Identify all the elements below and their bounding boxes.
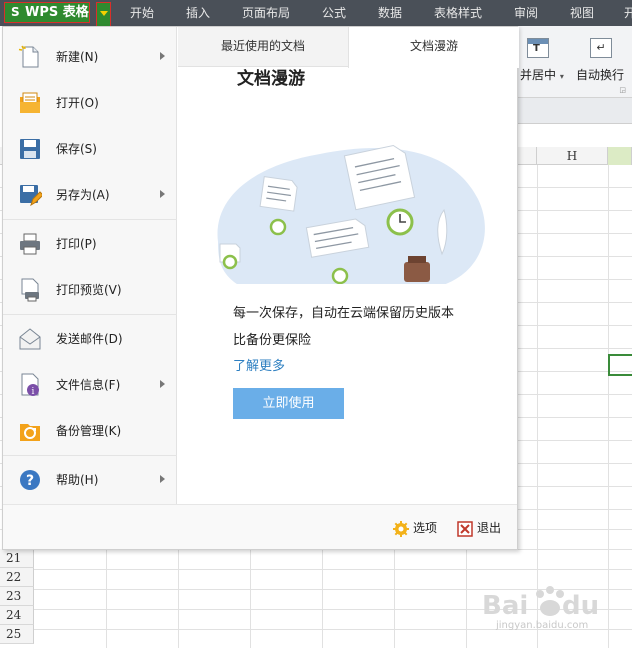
app-button-label: WPS 表格 <box>25 5 89 20</box>
file-menu-panel: 新建(N) 打开(O) 保存(S) 另存为(A) 打印(P) 打印预览(V) 发… <box>2 26 519 550</box>
selected-cell[interactable] <box>608 354 632 376</box>
menu-item-file-info[interactable]: i 文件信息(F) <box>3 363 177 407</box>
menu-item-new[interactable]: 新建(N) <box>3 35 177 79</box>
envelope-icon <box>19 328 41 350</box>
tab-home[interactable]: 开始 <box>130 0 154 26</box>
baidu-watermark-logo: Bai du <box>482 586 599 621</box>
row-header-23[interactable]: 23 <box>0 587 34 606</box>
options-button[interactable]: 选项 <box>393 519 437 537</box>
menu-item-print-preview[interactable]: 打印预览(V) <box>3 268 177 312</box>
tab-document-roaming[interactable]: 文档漫游 <box>348 27 519 68</box>
svg-text:du: du <box>562 591 599 621</box>
row-header-22[interactable]: 22 <box>0 568 34 587</box>
menu-item-print[interactable]: 打印(P) <box>3 222 177 266</box>
menu-item-label: 发送邮件(D) <box>56 332 123 346</box>
roaming-description-line2: 比备份更保险 <box>233 333 312 348</box>
exit-button[interactable]: 退出 <box>457 519 501 537</box>
menu-item-save-as[interactable]: 另存为(A) <box>3 173 177 217</box>
use-now-button[interactable]: 立即使用 <box>233 388 344 419</box>
tab-review[interactable]: 审阅 <box>514 0 538 26</box>
menu-item-label: 保存(S) <box>56 142 97 156</box>
dropdown-arrow-icon: ▾ <box>559 72 564 81</box>
tab-insert[interactable]: 插入 <box>186 0 210 26</box>
tab-recent-documents[interactable]: 最近使用的文档 <box>178 27 348 67</box>
tab-formulas[interactable]: 公式 <box>322 0 346 26</box>
options-label: 选项 <box>413 521 438 535</box>
exit-label: 退出 <box>477 521 502 535</box>
roaming-title: 文档漫游 <box>237 69 305 89</box>
tab-more[interactable]: 开 <box>624 0 632 26</box>
close-icon <box>457 520 473 537</box>
gear-icon <box>393 520 409 537</box>
save-disk-icon <box>20 139 40 159</box>
menu-item-send-mail[interactable]: 发送邮件(D) <box>3 317 177 361</box>
submenu-arrow-icon <box>160 190 165 198</box>
column-header-h[interactable]: H <box>537 147 608 165</box>
file-menu-list: 新建(N) 打开(O) 保存(S) 另存为(A) 打印(P) 打印预览(V) 发… <box>3 27 177 505</box>
formula-bar[interactable] <box>518 98 632 124</box>
tab-view[interactable]: 视图 <box>570 0 594 26</box>
caret-down-icon <box>100 11 108 16</box>
tab-page-layout[interactable]: 页面布局 <box>242 0 290 26</box>
wrap-text-button[interactable]: 自动换行 <box>576 66 624 83</box>
menu-item-label: 打开(O) <box>56 96 99 110</box>
menu-item-label: 帮助(H) <box>56 473 99 487</box>
menu-bar: S WPS 表格 开始 插入 页面布局 公式 数据 表格样式 审阅 视图 开 <box>0 0 632 28</box>
menu-item-label: 打印预览(V) <box>56 283 122 297</box>
dialog-launcher-icon[interactable]: ◲ <box>619 86 626 94</box>
printer-icon <box>20 233 40 255</box>
submenu-arrow-icon <box>160 475 165 483</box>
row-header-24[interactable]: 24 <box>0 606 34 625</box>
row-header-25[interactable]: 25 <box>0 625 34 644</box>
merge-center-button[interactable]: 并居中 ▾ <box>520 66 564 83</box>
menu-item-label: 文件信息(F) <box>56 378 121 392</box>
learn-more-link[interactable]: 了解更多 <box>233 355 285 374</box>
menu-item-save[interactable]: 保存(S) <box>3 127 177 171</box>
submenu-arrow-icon <box>160 380 165 388</box>
menu-item-label: 打印(P) <box>56 237 97 251</box>
menu-item-label: 另存为(A) <box>56 188 110 202</box>
wps-logo-icon: S <box>11 5 20 19</box>
help-question-icon: ? <box>20 470 40 490</box>
wrap-text-icon[interactable]: ↵ <box>590 38 612 58</box>
app-dropdown-button[interactable] <box>96 2 111 28</box>
menu-item-label: 新建(N) <box>56 50 99 64</box>
new-file-icon <box>18 45 39 68</box>
watermark-url: jingyan.baidu.com <box>496 620 589 631</box>
ribbon-panel: T ↵ 并居中 ▾ 自动换行 ◲ <box>518 26 632 98</box>
menu-item-label: 备份管理(K) <box>56 424 122 438</box>
merge-center-icon[interactable]: T <box>527 38 549 58</box>
tab-data[interactable]: 数据 <box>378 0 402 26</box>
cloud-roaming-illustration <box>217 144 485 284</box>
menu-item-backup[interactable]: 备份管理(K) <box>3 409 177 453</box>
svg-text:?: ? <box>26 473 34 489</box>
row-header-21[interactable]: 21 <box>0 549 34 568</box>
menu-item-open[interactable]: 打开(O) <box>3 81 177 125</box>
open-folder-icon <box>20 92 40 113</box>
panel-footer: 选项 退出 <box>3 504 517 549</box>
file-info-icon: i <box>21 373 39 397</box>
submenu-arrow-icon <box>160 52 165 60</box>
roaming-description-line1: 每一次保存，自动在云端保留历史版本 <box>233 306 455 321</box>
panel-tabs: 最近使用的文档 文档漫游 <box>178 27 519 68</box>
tab-table-style[interactable]: 表格样式 <box>434 0 482 26</box>
print-preview-icon <box>21 278 39 302</box>
svg-text:Bai: Bai <box>482 591 528 621</box>
wps-app-button[interactable]: S WPS 表格 <box>4 2 90 23</box>
menu-item-help[interactable]: ? 帮助(H) <box>3 458 177 502</box>
svg-text:i: i <box>32 387 35 397</box>
save-as-icon <box>20 185 42 207</box>
backup-folder-icon <box>20 424 40 441</box>
